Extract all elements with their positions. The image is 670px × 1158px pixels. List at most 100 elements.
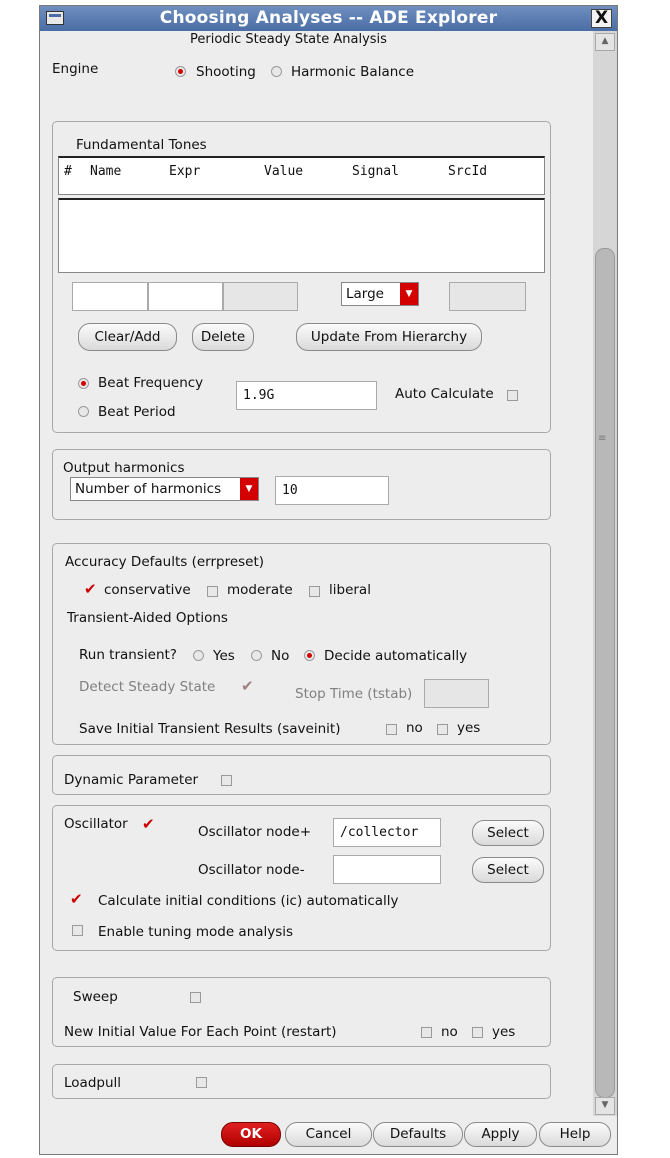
engine-shooting-label: Shooting [196,64,256,80]
column-header: SrcId [448,164,488,179]
calc-ic-label: Calculate initial conditions (ic) automa… [98,893,399,909]
dialog-window: Choosing Analyses -- ADE Explorer X ▲ ≡ … [39,5,618,1155]
restart-no-label: no [441,1024,458,1040]
stop-time-label: Stop Time (tstab) [295,686,413,702]
detect-steady-state-checkmark-icon: ✔ [241,677,254,695]
analysis-title: Periodic Steady State Analysis [190,32,387,47]
restart-label: New Initial Value For Each Point (restar… [64,1024,337,1040]
engine-shooting-radio[interactable] [175,66,186,77]
liberal-checkbox[interactable] [309,586,320,597]
vertical-scrollbar[interactable]: ▲ ≡ ▼ [593,31,617,1116]
help-button[interactable]: Help [539,1122,611,1147]
tone-name-input[interactable] [72,282,148,311]
beat-value-input[interactable]: 1.9G [236,381,377,410]
output-harmonics-title: Output harmonics [63,460,185,476]
moderate-label: moderate [227,582,293,598]
dropdown-arrow-icon: ▼ [400,283,418,305]
run-transient-no-radio[interactable] [251,650,262,661]
ok-button[interactable]: OK [221,1122,281,1147]
oscillator-node-minus-label: Oscillator node- [198,862,305,878]
oscillator-node-minus-input[interactable] [333,855,441,884]
tuning-mode-checkbox[interactable] [72,925,83,936]
transient-options-title: Transient-Aided Options [67,610,228,626]
run-transient-yes-label: Yes [213,648,235,664]
harmonics-mode-select[interactable]: Number of harmonics ▼ [70,477,259,501]
tuning-mode-label: Enable tuning mode analysis [98,924,294,940]
loadpull-group [52,1064,551,1099]
oscillator-checkmark-icon[interactable]: ✔ [142,817,155,832]
tone-expr-input[interactable] [148,282,223,311]
run-transient-no-label: No [271,648,290,664]
signal-select[interactable]: Large ▼ [341,282,419,306]
dynamic-parameter-label: Dynamic Parameter [64,772,199,788]
select-node-plus-button[interactable]: Select [472,820,544,846]
title-bar[interactable]: Choosing Analyses -- ADE Explorer X [40,6,617,31]
tone-value-input [223,282,298,311]
accuracy-title: Accuracy Defaults (errpreset) [65,554,265,570]
run-transient-auto-radio[interactable] [304,650,315,661]
fundamental-tones-title: Fundamental Tones [76,137,207,153]
beat-period-radio[interactable] [78,406,89,417]
calc-ic-checkmark-icon[interactable]: ✔ [70,892,83,907]
oscillator-node-plus-label: Oscillator node+ [198,824,312,840]
save-initial-label: Save Initial Transient Results (saveinit… [79,721,341,737]
sweep-checkbox[interactable] [190,992,201,1003]
saveinit-no-checkbox[interactable] [386,724,397,735]
conservative-checkmark-icon[interactable]: ✔ [84,582,97,597]
detect-steady-state-label: Detect Steady State [79,679,216,695]
column-header: Signal [352,164,399,179]
apply-button[interactable]: Apply [464,1122,537,1147]
dropdown-arrow-icon: ▼ [240,478,258,500]
beat-frequency-radio[interactable] [78,378,89,389]
column-header: Value [264,164,304,179]
delete-button[interactable]: Delete [192,323,254,351]
sweep-label: Sweep [73,989,118,1005]
engine-label: Engine [52,61,99,77]
auto-calculate-label: Auto Calculate [395,386,494,402]
oscillator-label: Oscillator [64,816,128,832]
saveinit-yes-label: yes [457,720,481,736]
beat-frequency-label: Beat Frequency [98,375,204,391]
grip-icon: ≡ [598,433,607,444]
update-from-hierarchy-button[interactable]: Update From Hierarchy [296,323,482,351]
saveinit-yes-checkbox[interactable] [437,724,448,735]
engine-harmonic-balance-radio[interactable] [271,66,282,77]
conservative-label: conservative [104,582,191,598]
run-transient-auto-label: Decide automatically [324,648,468,664]
harmonics-count-input[interactable]: 10 [275,476,389,505]
restart-no-checkbox[interactable] [421,1027,432,1038]
beat-period-label: Beat Period [98,404,176,420]
select-node-minus-button[interactable]: Select [472,857,544,883]
column-header: Expr [169,164,201,179]
liberal-label: liberal [329,582,371,598]
accuracy-group [52,543,551,745]
run-transient-yes-radio[interactable] [193,650,204,661]
auto-calculate-checkbox[interactable] [507,390,518,401]
scroll-down-icon[interactable]: ▼ [595,1097,615,1115]
stop-time-input [424,679,489,708]
engine-harmonic-balance-label: Harmonic Balance [291,64,415,80]
defaults-button[interactable]: Defaults [373,1122,463,1147]
scroll-up-icon[interactable]: ▲ [595,33,615,51]
clear-add-button[interactable]: Clear/Add [78,323,177,351]
tone-srcid-input [449,282,526,311]
moderate-checkbox[interactable] [207,586,218,597]
loadpull-label: Loadpull [64,1075,122,1091]
cancel-button[interactable]: Cancel [285,1122,372,1147]
column-header: Name [90,164,122,179]
scroll-thumb[interactable] [595,248,615,1098]
tones-table-body[interactable] [58,198,545,273]
oscillator-node-plus-input[interactable]: /collector [333,818,441,847]
restart-yes-checkbox[interactable] [472,1027,483,1038]
harmonics-mode-value: Number of harmonics [75,481,222,497]
saveinit-no-label: no [406,720,423,736]
restart-yes-label: yes [492,1024,516,1040]
close-icon[interactable]: X [591,9,612,28]
window-title: Choosing Analyses -- ADE Explorer [159,8,498,28]
run-transient-label: Run transient? [79,647,177,663]
signal-select-value: Large [346,286,384,302]
loadpull-checkbox[interactable] [196,1077,207,1088]
column-header: # [64,164,72,179]
tones-table-header: # Name Expr Value Signal SrcId [58,156,545,195]
dynamic-parameter-checkbox[interactable] [221,775,232,786]
